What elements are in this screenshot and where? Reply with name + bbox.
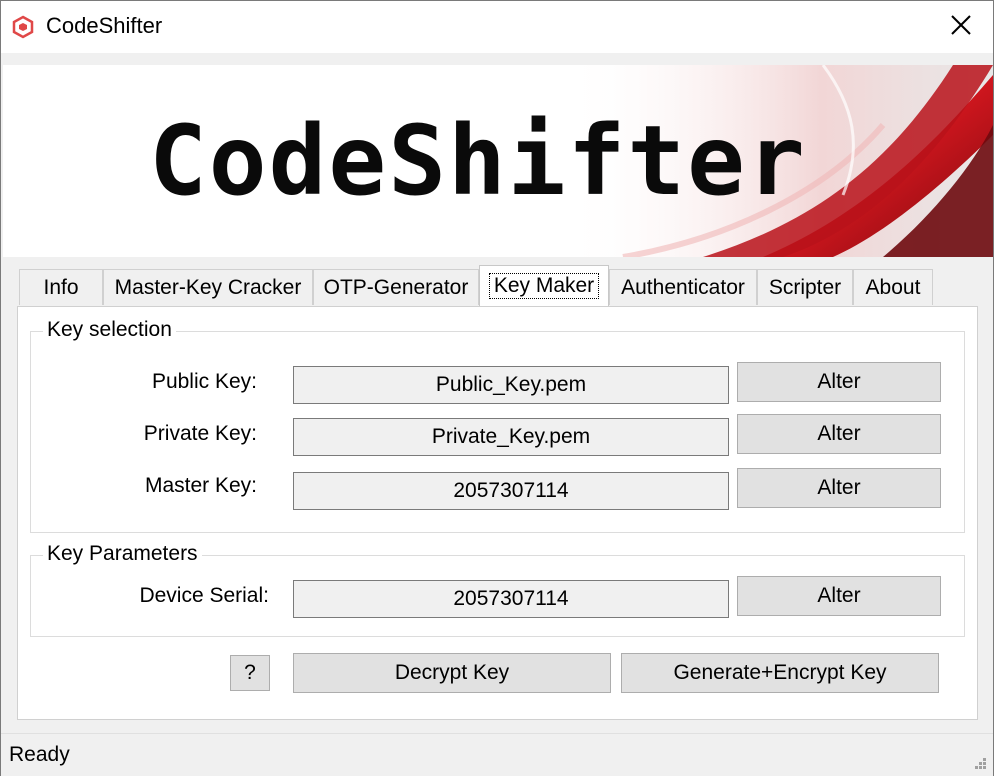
window-title: CodeShifter	[46, 13, 163, 38]
device-serial-label: Device Serial:	[139, 584, 269, 607]
tab-authenticator[interactable]: Authenticator	[609, 269, 757, 305]
private-key-label: Private Key:	[143, 422, 257, 445]
tab-label: Master-Key Cracker	[114, 275, 302, 299]
generate-encrypt-key-button[interactable]: Generate+Encrypt Key	[621, 653, 939, 693]
help-button[interactable]: ?	[230, 655, 270, 691]
tab-scripter[interactable]: Scripter	[757, 269, 853, 305]
public-key-field[interactable]: Public_Key.pem	[293, 366, 729, 404]
master-key-label: Master Key:	[144, 474, 257, 497]
tab-label: About	[865, 275, 921, 299]
status-bar: Ready	[1, 733, 993, 776]
codeshifter-logo-icon	[11, 15, 35, 39]
decrypt-key-button[interactable]: Decrypt Key	[293, 653, 611, 693]
alter-private-key-button[interactable]: Alter	[737, 414, 941, 454]
tab-label: Authenticator	[621, 275, 745, 299]
tab-info[interactable]: Info	[19, 269, 103, 305]
key-parameters-legend: Key Parameters	[43, 542, 202, 566]
logo-banner: CodeShifter	[3, 65, 993, 257]
app-window: CodeShifter CodeShifter Info Master-Key …	[0, 0, 994, 776]
tab-label: Scripter	[768, 275, 842, 299]
tab-label: Info	[43, 275, 79, 299]
device-serial-field[interactable]: 2057307114	[293, 580, 729, 618]
close-icon	[950, 14, 972, 41]
alter-device-serial-button[interactable]: Alter	[737, 576, 941, 616]
key-maker-panel: Key selection Public Key: Public_Key.pem…	[17, 306, 978, 720]
alter-master-key-button[interactable]: Alter	[737, 468, 941, 508]
banner-logo-text: CodeShifter	[149, 105, 807, 217]
status-text: Ready	[9, 743, 70, 766]
tab-about[interactable]: About	[853, 269, 933, 305]
alter-public-key-button[interactable]: Alter	[737, 362, 941, 402]
close-button[interactable]	[929, 1, 993, 53]
tab-label: Key Maker	[488, 273, 600, 299]
key-selection-legend: Key selection	[43, 318, 176, 342]
key-parameters-group: Key Parameters Device Serial: 2057307114…	[30, 542, 965, 637]
tab-master-key-cracker[interactable]: Master-Key Cracker	[103, 269, 313, 305]
resize-grip-icon[interactable]	[971, 754, 987, 770]
tab-otp-generator[interactable]: OTP-Generator	[313, 269, 479, 305]
master-key-field[interactable]: 2057307114	[293, 472, 729, 510]
key-selection-group: Key selection Public Key: Public_Key.pem…	[30, 318, 965, 533]
private-key-field[interactable]: Private_Key.pem	[293, 418, 729, 456]
title-bar: CodeShifter	[1, 1, 993, 53]
tab-key-maker[interactable]: Key Maker	[479, 265, 609, 306]
public-key-label: Public Key:	[151, 370, 257, 393]
tab-label: OTP-Generator	[323, 275, 469, 299]
